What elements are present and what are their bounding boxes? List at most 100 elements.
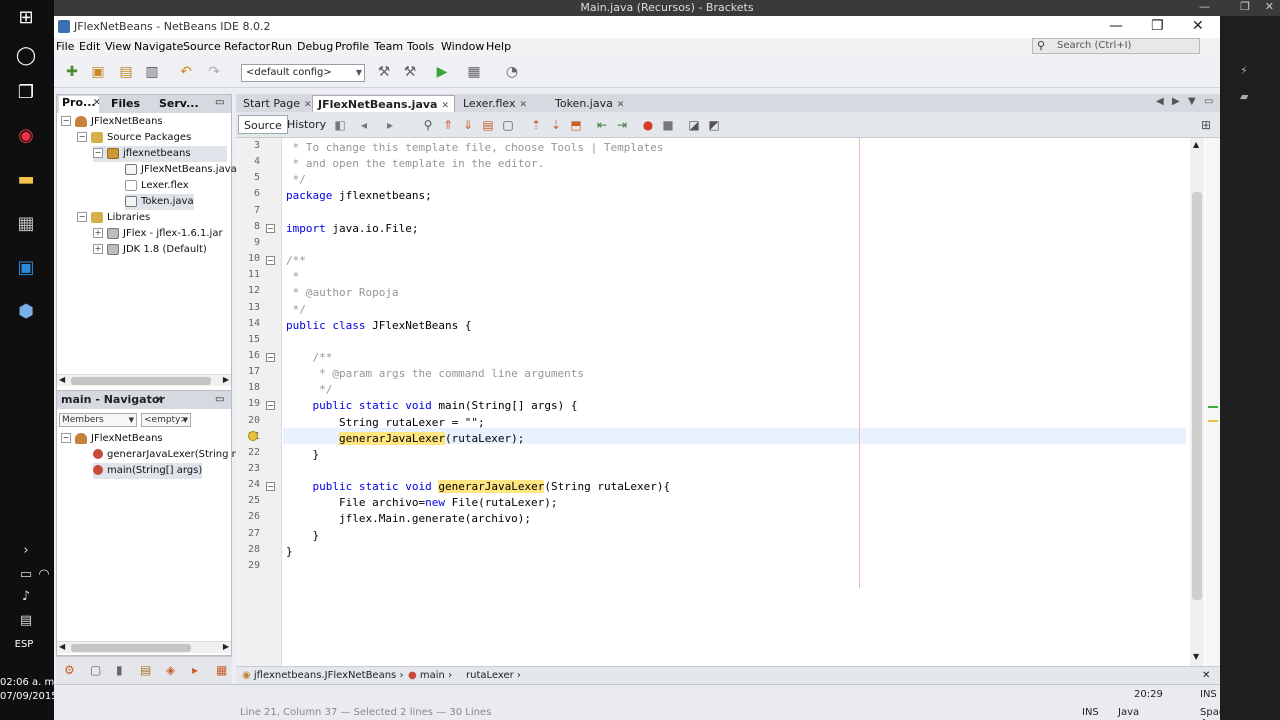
maximize-button[interactable]: ❐ bbox=[1151, 18, 1164, 34]
windows-start-icon[interactable]: ⊞ bbox=[11, 2, 41, 32]
redo-icon[interactable]: ↷ bbox=[204, 62, 224, 82]
code-line[interactable]: generarJavaLexer(rutaLexer); bbox=[286, 431, 524, 447]
menu-run[interactable]: Run bbox=[271, 40, 292, 53]
menu-debug[interactable]: Debug bbox=[297, 40, 333, 53]
tree-item-jflex-jar[interactable]: + JFlex - jflex-1.6.1.jar bbox=[93, 226, 223, 242]
brackets-maximize-button[interactable]: ❐ bbox=[1240, 0, 1250, 13]
forward-icon[interactable]: ▸ bbox=[382, 117, 398, 133]
tree-item-java-file[interactable]: JFlexNetBeans.java bbox=[125, 162, 237, 178]
scroll-down-icon[interactable]: ▼ bbox=[1193, 652, 1199, 661]
shift-left-icon[interactable]: ⇤ bbox=[594, 117, 610, 133]
close-icon[interactable]: ✕ bbox=[441, 101, 449, 111]
menu-team[interactable]: Team bbox=[374, 40, 403, 53]
collapse-icon[interactable]: − bbox=[93, 148, 103, 158]
code-line[interactable]: */ bbox=[286, 382, 332, 398]
tree-item-flex-file[interactable]: Lexer.flex bbox=[125, 178, 189, 194]
undo-icon[interactable]: ↶ bbox=[176, 62, 196, 82]
back-icon[interactable]: ◂ bbox=[356, 117, 372, 133]
tab-services[interactable]: Serv... bbox=[159, 97, 199, 110]
error-stripe[interactable] bbox=[1206, 138, 1220, 666]
brackets-extension-icon[interactable]: ▰ bbox=[1240, 90, 1248, 103]
close-button[interactable]: ✕ bbox=[1192, 18, 1204, 34]
filter-icon[interactable]: ▢ bbox=[90, 663, 101, 677]
code-line[interactable]: * @param args the command line arguments bbox=[286, 366, 584, 382]
brackets-spaces[interactable]: Spaces: 4 bbox=[1200, 707, 1220, 720]
clean-build-icon[interactable]: ⚒ bbox=[400, 62, 420, 82]
menu-tools[interactable]: Tools bbox=[407, 40, 434, 53]
scroll-tabs-right-icon[interactable]: ▶ bbox=[1172, 96, 1180, 107]
expand-icon[interactable]: + bbox=[93, 244, 103, 254]
configuration-select[interactable]: <default config> ▼ bbox=[241, 64, 365, 82]
search-input[interactable]: ⚲ Search (Ctrl+I) bbox=[1032, 38, 1200, 54]
code-line[interactable]: * To change this template file, choose T… bbox=[286, 140, 664, 156]
clock[interactable]: 02:06 a. m. 07/09/2015 bbox=[0, 676, 58, 704]
code-line[interactable]: * bbox=[286, 269, 300, 285]
source-view-button[interactable]: Source bbox=[238, 115, 288, 134]
toggle-bookmark-icon[interactable]: ⬒ bbox=[568, 117, 584, 133]
collapse-icon[interactable]: − bbox=[77, 212, 87, 222]
close-icon[interactable]: ✕ bbox=[1202, 667, 1210, 684]
shift-right-icon[interactable]: ⇥ bbox=[614, 117, 630, 133]
filter-icon[interactable]: ▦ bbox=[216, 663, 227, 677]
scrollbar-thumb[interactable] bbox=[71, 644, 191, 652]
filter-icon[interactable]: ◈ bbox=[166, 663, 175, 677]
navigator-method-item[interactable]: main(String[] args) bbox=[93, 463, 203, 479]
netbeans-app-icon[interactable]: ⬢ bbox=[11, 296, 41, 326]
collapse-icon[interactable]: − bbox=[61, 116, 71, 126]
profile-icon[interactable]: ◔ bbox=[502, 62, 522, 82]
menu-profile[interactable]: Profile bbox=[335, 40, 369, 53]
maximize-editor-icon[interactable]: ▭ bbox=[1204, 96, 1213, 107]
tree-item-token-file[interactable]: Token.java bbox=[125, 194, 194, 210]
code-line[interactable]: /** bbox=[286, 253, 306, 269]
code-editor[interactable]: 345678−910−111213141516−171819−202122232… bbox=[236, 138, 1220, 666]
scroll-right-icon[interactable]: ▶ bbox=[223, 642, 229, 651]
menu-source[interactable]: Source bbox=[183, 40, 221, 53]
code-line[interactable]: jflex.Main.generate(archivo); bbox=[286, 511, 531, 527]
code-line[interactable]: /** bbox=[286, 350, 332, 366]
brackets-live-preview-icon[interactable]: ⚡ bbox=[1240, 64, 1248, 77]
menu-window[interactable]: Window bbox=[441, 40, 484, 53]
menu-help[interactable]: Help bbox=[486, 40, 511, 53]
fold-toggle-icon[interactable]: − bbox=[266, 401, 275, 411]
code-line[interactable]: import java.io.File; bbox=[286, 221, 418, 237]
toggle-highlight-icon[interactable]: ▤ bbox=[480, 117, 496, 133]
scrollbar-thumb[interactable] bbox=[71, 377, 211, 385]
code-line[interactable]: } bbox=[286, 544, 293, 560]
breadcrumb-class[interactable]: ◉ jflexnetbeans.JFlexNetBeans › bbox=[242, 667, 403, 684]
toggle-selection-icon[interactable]: ▢ bbox=[500, 117, 516, 133]
tree-item-libraries[interactable]: − Libraries bbox=[77, 210, 150, 226]
editor-vertical-scrollbar[interactable]: ▲ ▼ bbox=[1190, 138, 1204, 666]
breadcrumb-variable[interactable]: rutaLexer › bbox=[466, 667, 521, 684]
code-line[interactable]: public class JFlexNetBeans { bbox=[286, 318, 471, 334]
tab-jflexnetbeans-java[interactable]: JFlexNetBeans.java ✕ bbox=[312, 95, 456, 112]
tree-item-package[interactable]: − jflexnetbeans bbox=[93, 146, 227, 162]
tab-token-java[interactable]: Token.java ✕ bbox=[550, 95, 629, 112]
tree-item-source-packages[interactable]: − Source Packages bbox=[77, 130, 191, 146]
scroll-tabs-left-icon[interactable]: ◀ bbox=[1156, 96, 1164, 107]
close-icon[interactable]: ✕ bbox=[155, 391, 163, 409]
split-editor-icon[interactable]: ⊞ bbox=[1198, 117, 1214, 133]
menu-edit[interactable]: Edit bbox=[79, 40, 100, 53]
find-next-icon[interactable]: ⇓ bbox=[460, 117, 476, 133]
save-all-icon[interactable]: ▥ bbox=[142, 62, 162, 82]
tree-item-project[interactable]: − JFlexNetBeans bbox=[61, 114, 163, 130]
code-line[interactable]: */ bbox=[286, 172, 306, 188]
breadcrumb-method[interactable]: ● main › bbox=[408, 667, 452, 684]
code-line[interactable]: } bbox=[286, 528, 319, 544]
run-icon[interactable]: ▶ bbox=[432, 62, 452, 82]
scroll-left-icon[interactable]: ◀ bbox=[59, 642, 65, 651]
calendar-app-icon[interactable]: ▦ bbox=[11, 208, 41, 238]
menu-navigate[interactable]: Navigate bbox=[134, 40, 183, 53]
language-indicator[interactable]: ESP bbox=[0, 639, 48, 650]
new-file-icon[interactable]: ✚ bbox=[62, 62, 82, 82]
volume-icon[interactable]: ♪ bbox=[10, 586, 42, 606]
brackets-close-button[interactable]: ✕ bbox=[1265, 0, 1274, 13]
comment-icon[interactable]: ◪ bbox=[686, 117, 702, 133]
scrollbar-thumb[interactable] bbox=[1192, 192, 1202, 600]
menu-view[interactable]: View bbox=[105, 40, 131, 53]
code-line[interactable]: File archivo=new File(rutaLexer); bbox=[286, 495, 558, 511]
tab-lexer-flex[interactable]: Lexer.flex ✕ bbox=[458, 95, 532, 112]
menu-refactor[interactable]: Refactor bbox=[224, 40, 270, 53]
stop-macro-icon[interactable]: ■ bbox=[660, 117, 676, 133]
history-view-button[interactable]: History bbox=[282, 115, 331, 134]
